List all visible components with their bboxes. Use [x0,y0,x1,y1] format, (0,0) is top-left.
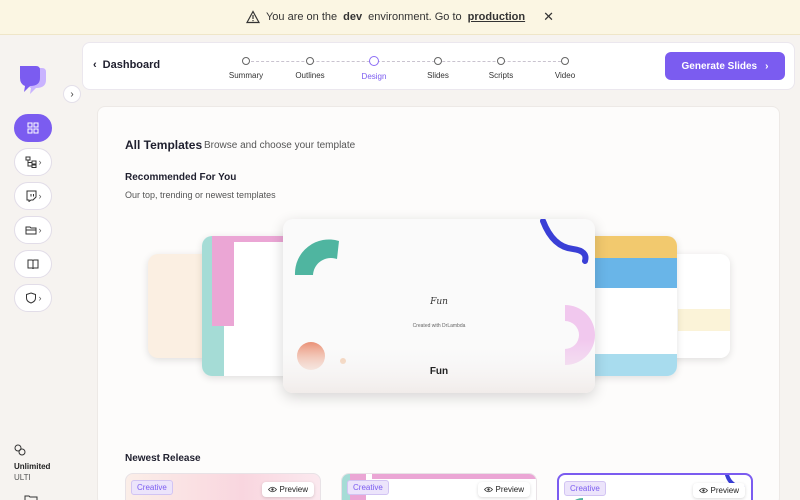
step-design[interactable]: Design [344,55,404,81]
banner-prefix: You are on the [265,11,338,23]
folder-icon[interactable] [24,491,38,500]
banner-middle: environment. Go to [368,11,462,23]
chevron-right-icon: › [765,60,769,72]
back-to-dashboard[interactable]: ‹ Dashboard [93,59,160,71]
nav-library-button[interactable] [14,250,52,278]
generate-slides-button[interactable]: Generate Slides › [665,52,785,80]
environment-banner: You are on the dev environment. Go to pr… [0,0,800,35]
tree-icon [25,156,36,168]
twitch-icon [26,190,36,202]
production-link[interactable]: production [468,11,525,23]
banner-env: dev [343,11,363,23]
preview-button[interactable]: Preview [692,483,745,498]
preview-label: Preview [279,485,308,494]
step-dot [497,57,505,65]
step-label: Scripts [488,71,514,80]
newest-template-card[interactable]: Creative Preview [125,473,321,500]
book-icon [27,259,39,270]
eye-icon [267,486,277,493]
step-label: Video [554,71,576,80]
warning-icon [245,10,260,24]
nav-security-button[interactable]: › [14,284,52,312]
close-icon[interactable]: ✕ [543,9,554,25]
step-dot [561,57,569,65]
generate-slides-label: Generate Slides [681,60,758,72]
chevron-right-icon: › [38,157,42,167]
chevron-left-icon: ‹ [93,59,97,71]
template-preview-title: Fun [430,297,448,307]
back-label: Dashboard [102,59,161,71]
chevron-right-icon: › [38,191,42,201]
step-slides[interactable]: Slides [408,55,468,80]
newest-template-card[interactable]: Creative Preview [341,473,537,500]
plan-tier: ULTI [14,473,31,482]
step-scripts[interactable]: Scripts [471,55,531,80]
step-label: Outlines [295,71,325,80]
step-label: Slides [427,71,449,80]
plan-name: Unlimited [14,462,51,471]
step-dot [242,57,250,65]
featured-template-card[interactable]: Fun Created with DrLambda Fun [283,219,595,393]
nav-stream-button[interactable]: › [14,182,52,210]
header-bar: ‹ Dashboard Summary Outlines Design Slid… [82,42,795,90]
step-video[interactable]: Video [535,55,595,80]
newest-template-card[interactable]: Creative Preview [557,473,753,500]
sidebar: › › › › › Unlimited ULTI [0,36,81,500]
plan-info: Unlimited ULTI [14,444,50,482]
template-name: Fun [429,366,449,377]
preview-label: Preview [710,486,739,495]
step-summary[interactable]: Summary [216,55,276,80]
eye-icon [483,486,493,493]
chevron-right-icon: › [38,293,42,303]
link-icon [14,444,26,456]
nav-files-button[interactable]: › [14,216,52,244]
collapse-sidebar-button[interactable]: › [63,85,81,103]
progress-steps: Summary Outlines Design Slides Scripts V… [228,55,575,85]
step-outlines[interactable]: Outlines [280,55,340,80]
recommended-subtitle: Our top, trending or newest templates [125,190,276,200]
folder-icon [25,226,36,235]
step-label: Design [361,72,387,81]
category-badge: Creative [564,481,606,496]
grid-icon [27,122,39,134]
step-label: Summary [228,71,264,80]
preview-button[interactable]: Preview [261,482,314,497]
nav-dashboard-button[interactable] [14,114,52,142]
templates-panel: All Templates Browse and choose your tem… [97,106,780,500]
app-logo [18,64,48,96]
step-dot-current [369,56,379,66]
nav-projects-button[interactable]: › [14,148,52,176]
template-credit: Created with DrLambda [412,323,466,329]
newest-release-title: Newest Release [125,453,201,464]
recommended-title: Recommended For You [125,172,237,183]
step-dot [306,57,314,65]
preview-button[interactable]: Preview [477,482,530,497]
all-templates-title: All Templates [125,138,203,152]
category-badge: Creative [347,480,389,495]
all-templates-subtitle: Browse and choose your template [204,140,356,151]
category-badge: Creative [131,480,173,495]
shield-icon [25,292,36,304]
chevron-right-icon: › [38,225,42,235]
eye-icon [698,487,708,494]
step-dot [434,57,442,65]
preview-label: Preview [495,485,524,494]
